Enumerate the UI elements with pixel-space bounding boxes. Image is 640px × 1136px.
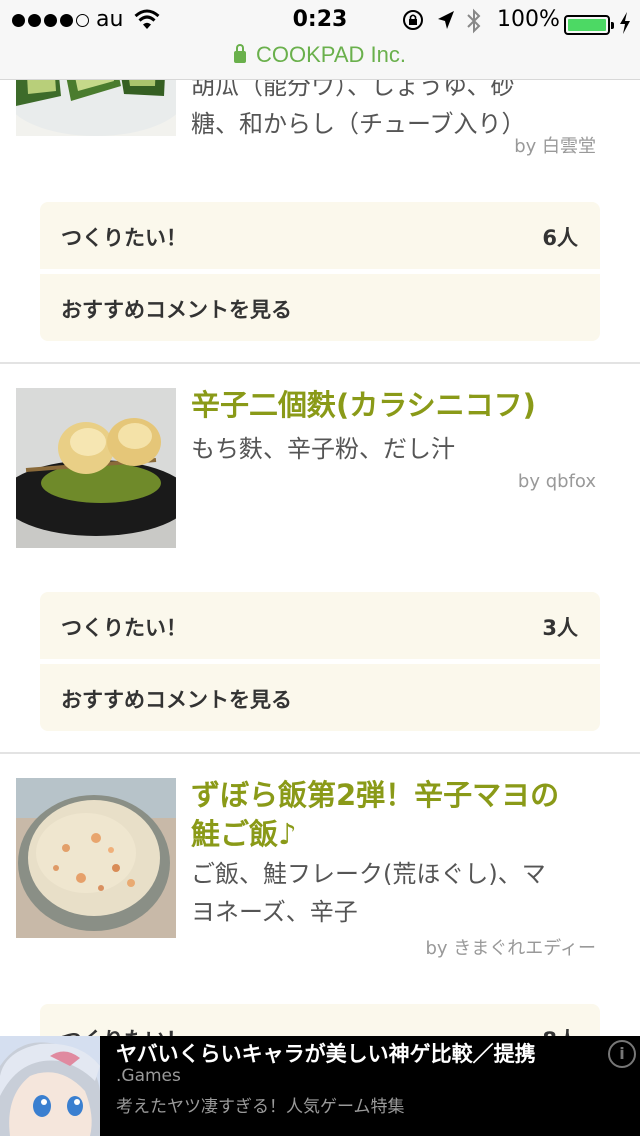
view-comments-label: おすすめコメントを見る: [61, 688, 292, 712]
recipe-ingredients: もち麩、辛子粉、だし汁: [191, 430, 591, 468]
recipe-author[interactable]: by 白雲堂: [514, 132, 596, 158]
want-to-make-count: 3人: [542, 616, 578, 640]
charging-bolt-icon: [620, 12, 630, 34]
recipe-author[interactable]: by きまぐれエディー: [425, 934, 596, 960]
site-name: COOKPAD Inc.: [256, 42, 406, 67]
want-to-make-count: 6人: [542, 226, 578, 250]
ingredients-line: もち麩、辛子粉、だし汁: [191, 435, 455, 463]
ad-image[interactable]: [0, 1036, 100, 1136]
battery-percentage: 100%: [497, 7, 560, 32]
recipe-separator: [0, 752, 640, 754]
rotation-lock-icon: [403, 10, 423, 30]
bluetooth-icon: [467, 8, 481, 34]
want-to-make-row[interactable]: つくりたい！ 6人: [40, 202, 600, 269]
recipe-title[interactable]: ずぼら飯第2弾！辛子マヨの 鮭ご飯♪: [191, 776, 611, 854]
ingredients-line: ご飯、鮭フレーク(荒ほぐし)、マ: [191, 860, 546, 888]
view-comments-row[interactable]: おすすめコメントを見る: [40, 274, 600, 341]
title-line: ずぼら飯第2弾！辛子マヨの: [191, 778, 560, 812]
ad-description: 考えたヤツ凄すぎる！人気ゲーム特集: [116, 1097, 405, 1117]
recipe-ingredients: ご飯、鮭フレーク(荒ほぐし)、マ ヨネーズ、辛子: [191, 855, 591, 931]
recipe-title[interactable]: 辛子二個麩(カラシニコフ): [191, 386, 611, 425]
recipe-separator: [0, 362, 640, 364]
ingredients-line: ヨネーズ、辛子: [191, 898, 358, 926]
url-bar[interactable]: COOKPAD Inc.: [0, 42, 640, 68]
ad-domain: .Games: [116, 1066, 181, 1086]
recipe-action-panel: つくりたい！ 6人 おすすめコメントを見る: [40, 202, 600, 341]
want-to-make-label: つくりたい！: [61, 226, 187, 250]
want-to-make-label: つくりたい！: [61, 616, 187, 640]
status-bar: au 0:23 100% COOKPAD Inc.: [0, 0, 640, 80]
ad-info-icon[interactable]: i: [608, 1040, 636, 1068]
location-arrow-icon: [438, 11, 454, 29]
battery-icon: [564, 15, 614, 35]
title-line: 鮭ご飯♪: [191, 817, 297, 851]
secure-lock-icon: [234, 44, 247, 63]
view-comments-label: おすすめコメントを見る: [61, 298, 292, 322]
recipe-thumbnail[interactable]: [16, 388, 176, 548]
recipe-thumbnail[interactable]: [16, 778, 176, 938]
ad-banner[interactable]: ヤバいくらいキャラが美しい神ゲ比較／提携 .Games 考えたヤツ凄すぎる！人気…: [0, 1036, 640, 1136]
want-to-make-row[interactable]: つくりたい！ 3人: [40, 592, 600, 659]
ad-title[interactable]: ヤバいくらいキャラが美しい神ゲ比較／提携: [116, 1038, 536, 1068]
recipe-author[interactable]: by qbfox: [518, 471, 596, 492]
view-comments-row[interactable]: おすすめコメントを見る: [40, 664, 600, 731]
recipe-action-panel: つくりたい！ 3人 おすすめコメントを見る: [40, 592, 600, 731]
